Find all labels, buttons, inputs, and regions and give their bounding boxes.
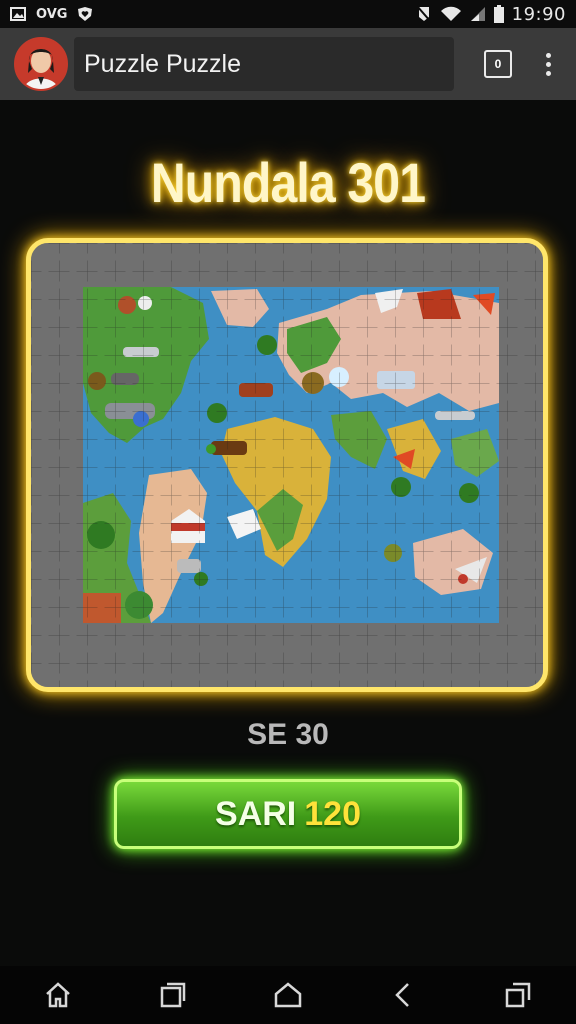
carrier-label: OVG: [36, 6, 68, 22]
level-subtitle: SE 30: [247, 718, 329, 751]
overflow-menu-icon[interactable]: [546, 52, 551, 76]
home-icon[interactable]: [43, 980, 73, 1010]
app-title: Puzzle Puzzle: [84, 49, 242, 78]
home-outline-icon[interactable]: [273, 980, 303, 1010]
heart-shield-icon: [78, 7, 93, 21]
play-label: SARI: [215, 794, 297, 833]
world-map-puzzle: [31, 243, 543, 687]
overview-icon[interactable]: [503, 980, 533, 1010]
play-value: 120: [304, 794, 361, 833]
status-bar: OVG 19:90: [0, 0, 576, 28]
image-icon: [10, 7, 26, 21]
wifi-icon: [440, 6, 461, 21]
tabs-icon[interactable]: 0: [484, 50, 512, 78]
puzzle-board[interactable]: [26, 238, 548, 692]
recents-icon[interactable]: [158, 980, 188, 1010]
back-icon[interactable]: [388, 980, 418, 1010]
clock: 19:90: [511, 3, 566, 25]
signal-icon: [470, 7, 485, 21]
tab-count: 0: [494, 57, 502, 71]
navigation-bar: [0, 966, 576, 1024]
avatar[interactable]: [14, 37, 68, 91]
play-button[interactable]: SARI 120: [114, 779, 462, 849]
level-title: Nundala 301: [150, 151, 426, 214]
battery-icon: [493, 5, 504, 23]
url-title-box[interactable]: Puzzle Puzzle: [74, 37, 454, 91]
mute-icon: [415, 5, 432, 23]
app-bar: Puzzle Puzzle 0: [0, 28, 576, 100]
